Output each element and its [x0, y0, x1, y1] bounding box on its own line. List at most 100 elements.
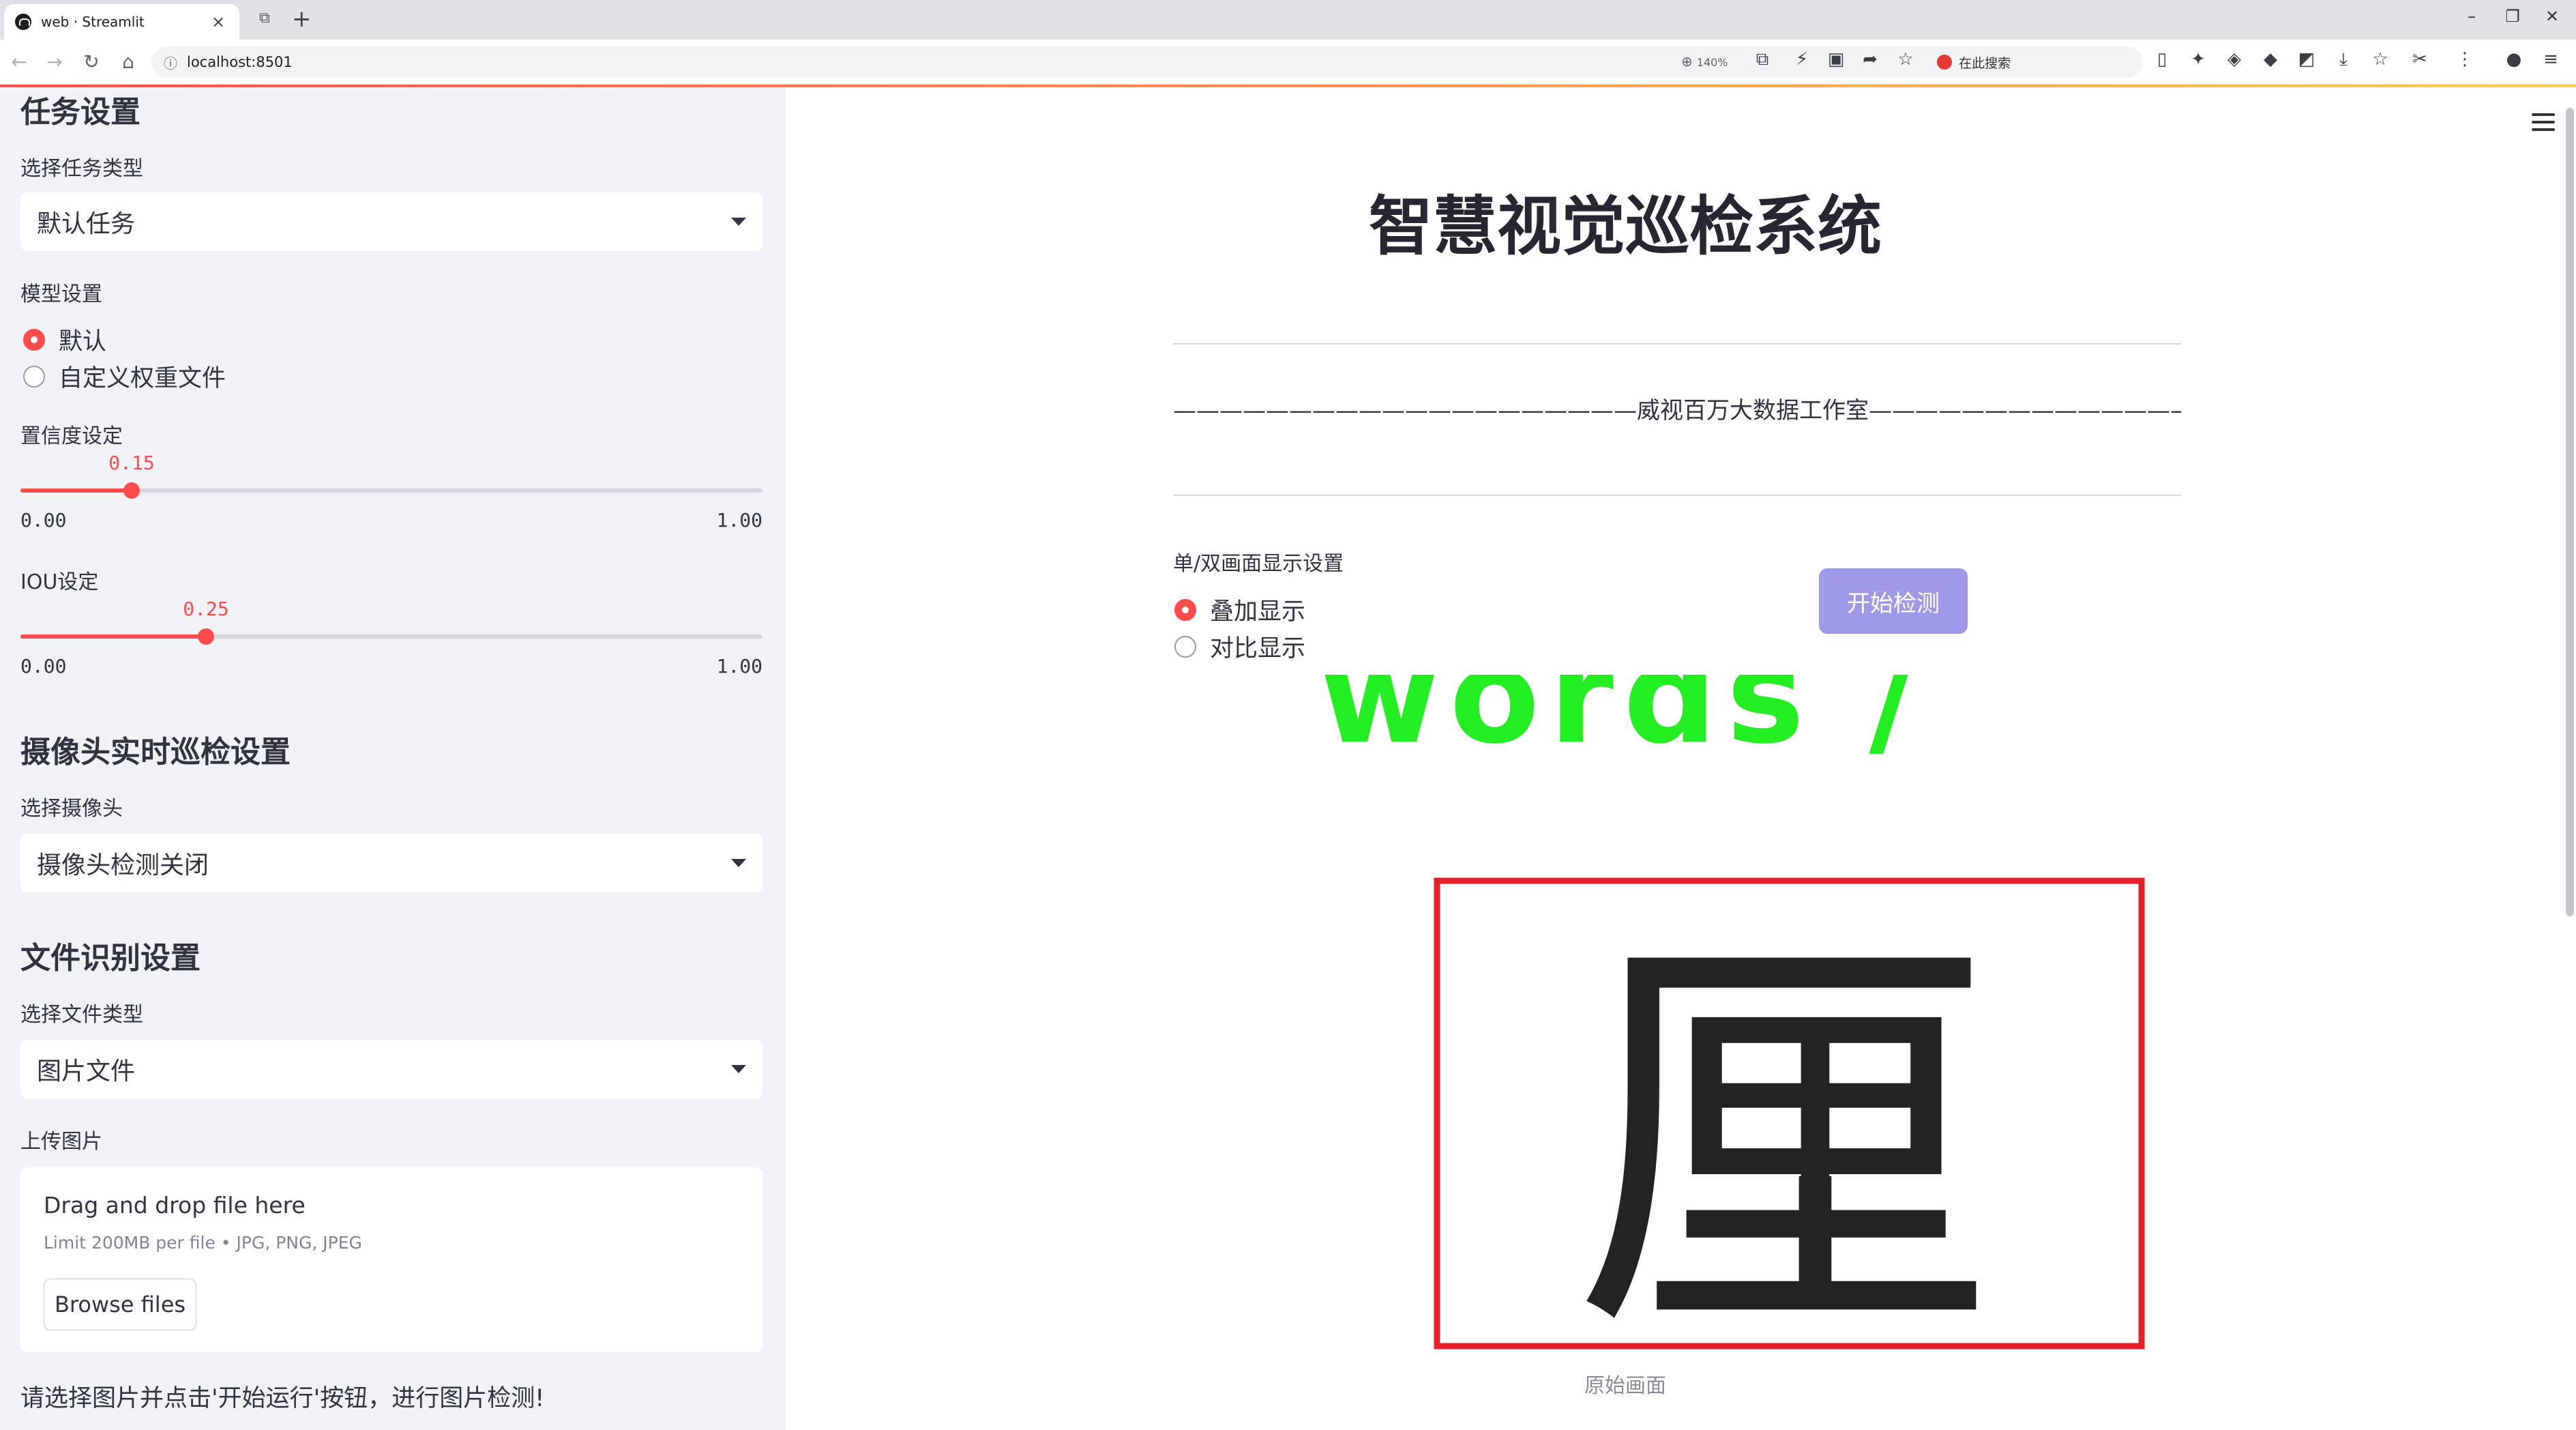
sidebar-hint: 请选择图片并点击'开始运行'按钮，进行图片检测! [20, 1385, 545, 1412]
browser-tab[interactable]: web · Streamlit × [4, 4, 239, 40]
camera-select[interactable]: 摄像头检测关闭 [20, 834, 763, 892]
minimize-icon[interactable]: – [2458, 7, 2485, 26]
iou-label: IOU设定 [20, 570, 99, 594]
main-content: 智慧视觉巡检系统 ————————————————————威视百万大数据工作室—… [786, 87, 2576, 1430]
bookmark-star-icon[interactable]: ☆ [1893, 49, 1918, 70]
browse-files-button[interactable]: Browse files [44, 1279, 196, 1330]
avatar[interactable]: ● [2502, 49, 2526, 70]
address-toolbar: ← → ↻ ⌂ ⓘ localhost:8501 ⊕ 140% ⧉ ⚡ ▣ ➦ ☆… [0, 40, 2576, 85]
main-menu-icon[interactable] [2532, 113, 2555, 131]
detected-character: 厘 [1571, 897, 1994, 1367]
slider-thumb[interactable] [198, 628, 214, 645]
radio-selected-icon [1174, 598, 1196, 621]
tab-groups-icon[interactable]: ⧉ [259, 10, 270, 27]
camera-select-value: 摄像头检测关闭 [37, 851, 209, 879]
display-radio-compare[interactable]: 对比显示 [1174, 629, 1305, 664]
divider [1173, 495, 2181, 496]
radio-unselected-icon [1174, 635, 1196, 658]
extension-icon[interactable]: ✦ [2186, 49, 2210, 70]
slider-max: 1.00 [716, 509, 763, 531]
task-type-select[interactable]: 默认任务 [20, 192, 763, 251]
model-settings-label: 模型设置 [20, 282, 102, 306]
extension-icon[interactable]: ◩ [2294, 49, 2319, 70]
confidence-label: 置信度设定 [20, 424, 123, 448]
divider [1173, 343, 2181, 345]
file-type-label: 选择文件类型 [20, 1003, 143, 1027]
studio-banner: ————————————————————威视百万大数据工作室——————————… [1173, 397, 2181, 424]
confidence-slider[interactable]: 0.15 0.00 1.00 [20, 452, 763, 531]
streamlit-favicon-icon [15, 14, 31, 30]
radio-selected-icon [23, 328, 45, 351]
screenshot-icon[interactable]: ▣ [1824, 49, 1848, 70]
radio-label: 叠加显示 [1210, 598, 1306, 626]
radio-label: 默认 [59, 328, 107, 355]
zoom-indicator[interactable]: ⊕ 140% [1681, 53, 1728, 70]
search-engine-logo-icon [1937, 55, 1952, 70]
download-icon[interactable]: ⤓ [2331, 49, 2356, 70]
browser-tab-bar: web · Streamlit × ⧉ + – ❐ ✕ [0, 0, 2576, 40]
file-settings-heading: 文件识别设置 [20, 941, 201, 976]
detection-result-image: words / 厘 [1305, 675, 2308, 1367]
display-mode-label: 单/双画面显示设置 [1173, 552, 1344, 576]
model-radio-custom[interactable]: 自定义权重文件 [23, 359, 226, 394]
translate-icon[interactable]: ⧉ [1750, 49, 1775, 70]
file-type-value: 图片文件 [37, 1057, 136, 1085]
task-settings-heading: 任务设置 [20, 95, 140, 130]
restore-icon[interactable]: ❐ [2499, 7, 2526, 26]
dropzone-limit: Limit 200MB per file • JPG, PNG, JPEG [44, 1233, 362, 1253]
reload-icon[interactable]: ↻ [78, 50, 105, 73]
back-icon[interactable]: ← [5, 50, 33, 73]
radio-label: 对比显示 [1210, 635, 1306, 662]
extension-icon[interactable]: ◆ [2258, 49, 2283, 70]
task-type-label: 选择任务类型 [20, 157, 143, 181]
detection-class-label: words / [1319, 675, 1927, 773]
task-type-value: 默认任务 [37, 210, 136, 238]
upload-label: 上传图片 [20, 1130, 102, 1154]
phone-icon[interactable]: ▯ [2150, 49, 2174, 70]
url-text: localhost:8501 [187, 54, 293, 70]
camera-settings-heading: 摄像头实时巡检设置 [20, 735, 291, 770]
slider-thumb[interactable] [123, 482, 140, 499]
display-radio-overlay[interactable]: 叠加显示 [1174, 592, 1305, 627]
slider-fill [20, 488, 132, 493]
slider-fill [20, 634, 206, 639]
slider-min: 0.00 [20, 655, 67, 677]
iou-slider[interactable]: 0.25 0.00 1.00 [20, 598, 763, 677]
camera-select-label: 选择摄像头 [20, 797, 123, 821]
radio-label: 自定义权重文件 [59, 365, 226, 392]
slider-min: 0.00 [20, 509, 67, 531]
search-placeholder: 在此搜索 [1959, 55, 2011, 71]
sidebar: 任务设置 选择任务类型 默认任务 模型设置 默认 自定义权重文件 置信度设定 0… [0, 87, 786, 1430]
close-window-icon[interactable]: ✕ [2538, 7, 2566, 26]
slider-max: 1.00 [716, 655, 763, 677]
favorites-icon[interactable]: ☆ [2368, 49, 2393, 70]
share-icon[interactable]: ➦ [1858, 49, 1882, 70]
radio-unselected-icon [23, 365, 45, 388]
tools-icon[interactable]: ✂ [2408, 49, 2432, 70]
slider-value: 0.15 [108, 452, 155, 474]
image-caption: 原始画面 [1584, 1374, 1666, 1398]
file-type-select[interactable]: 图片文件 [20, 1040, 763, 1098]
home-icon[interactable]: ⌂ [115, 50, 142, 73]
dropzone-title: Drag and drop file here [44, 1192, 306, 1219]
chevron-down-icon [731, 218, 746, 226]
tab-title: web · Streamlit [41, 14, 145, 30]
search-engine-box[interactable]: 在此搜索 [1937, 50, 2011, 74]
more-menu-icon[interactable]: ⋮ [2453, 49, 2477, 70]
chevron-down-icon [731, 859, 746, 867]
zoom-level: 140% [1696, 56, 1728, 69]
slider-value: 0.25 [183, 598, 229, 620]
new-tab-button[interactable]: + [292, 5, 312, 33]
close-tab-icon[interactable]: × [208, 12, 228, 31]
bolt-icon[interactable]: ⚡ [1790, 49, 1814, 70]
model-radio-default[interactable]: 默认 [23, 322, 106, 357]
browser-menu-icon[interactable]: ≡ [2538, 49, 2563, 70]
extension-icon[interactable]: ◈ [2222, 49, 2247, 70]
page-title: 智慧视觉巡检系统 [1368, 190, 1882, 264]
forward-icon[interactable]: → [41, 50, 68, 73]
file-dropzone[interactable]: Drag and drop file here Limit 200MB per … [20, 1167, 763, 1352]
site-info-icon[interactable]: ⓘ [164, 53, 177, 72]
start-detection-button[interactable]: 开始检测 [1819, 568, 1968, 634]
chevron-down-icon [731, 1065, 746, 1073]
scrollbar[interactable] [2566, 108, 2574, 916]
